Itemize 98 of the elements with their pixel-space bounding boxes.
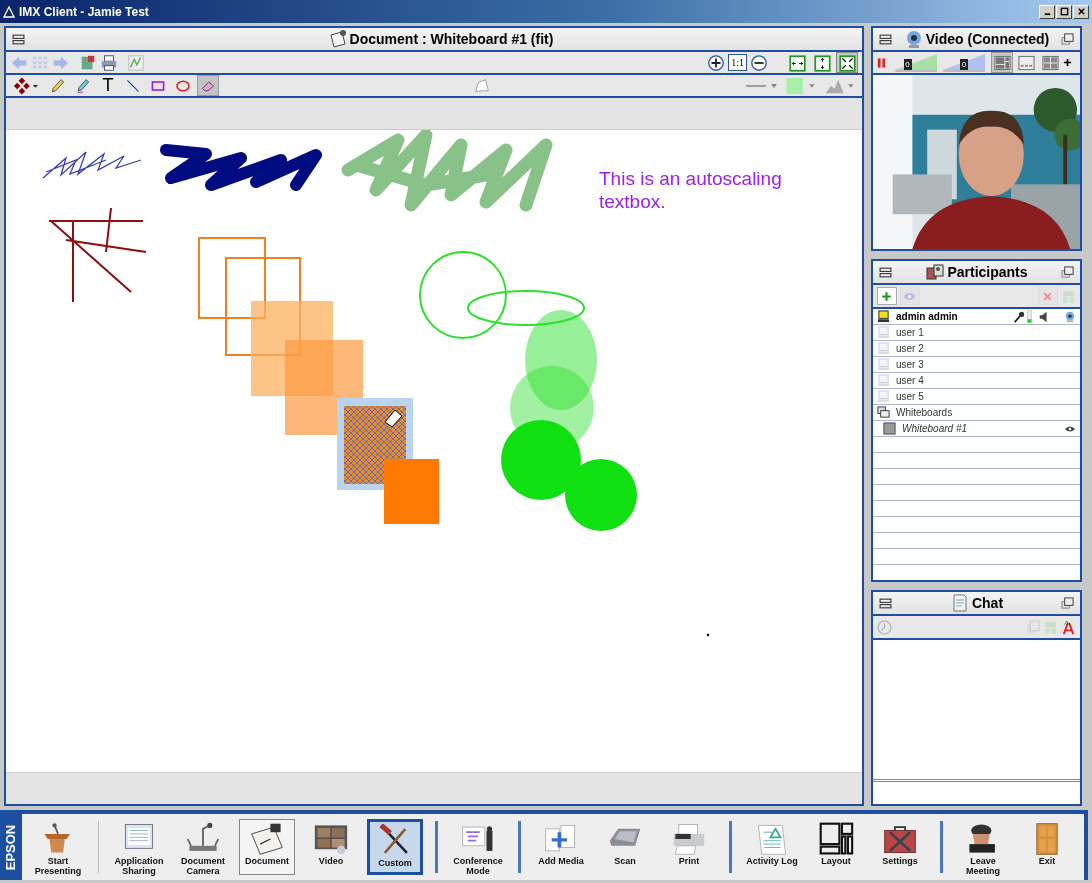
panel-title: Document : Whiteboard #1 (fit) xyxy=(349,31,554,47)
fit-width-icon xyxy=(789,55,806,72)
undock-icon[interactable] xyxy=(1061,596,1074,610)
eraser-tool[interactable] xyxy=(197,75,219,96)
door-button[interactable]: Exit xyxy=(1019,819,1075,875)
whiteboard-name: Whiteboard #1 xyxy=(902,423,968,434)
dot xyxy=(706,633,710,637)
participant-name: user 2 xyxy=(896,343,924,354)
conference-button[interactable]: Conference Mode xyxy=(450,819,506,875)
slider-thumb[interactable]: 0 xyxy=(960,58,968,70)
actual-size-button[interactable]: 1:1 xyxy=(728,54,747,71)
panel-title: Participants xyxy=(947,264,1028,280)
slider-thumb[interactable]: 0 xyxy=(903,58,912,70)
participant-row[interactable]: user 1 xyxy=(873,325,1080,341)
participant-name: admin admin xyxy=(896,311,958,322)
participant-row[interactable]: user 3 xyxy=(873,357,1080,373)
window-title: IMX Client - Jamie Test xyxy=(19,4,149,19)
tools-button[interactable]: Custom xyxy=(367,819,423,875)
fit-height-button[interactable] xyxy=(811,52,833,73)
fit-page-button[interactable] xyxy=(836,52,858,73)
strip-layout-icon xyxy=(1018,55,1035,71)
ellipse-icon xyxy=(175,77,191,94)
eraser-cursor-icon xyxy=(384,409,403,428)
sharing-button[interactable]: Application Sharing xyxy=(111,819,167,875)
participant-row[interactable]: admin admin xyxy=(873,309,1080,325)
windows-icon xyxy=(877,406,890,419)
save-icon[interactable] xyxy=(79,53,97,72)
fit-height-icon xyxy=(814,55,831,72)
media-button[interactable]: Add Media xyxy=(533,819,589,875)
menu-icon[interactable] xyxy=(879,265,892,279)
printer-button[interactable]: Print xyxy=(661,819,717,875)
participant-name: user 3 xyxy=(896,359,924,370)
close-button[interactable] xyxy=(1073,4,1089,19)
participant-row[interactable]: user 5 xyxy=(873,389,1080,405)
fit-width-button[interactable] xyxy=(786,52,808,73)
minimize-button[interactable] xyxy=(1039,4,1055,19)
maximize-icon xyxy=(1059,7,1069,16)
canvas-textbox[interactable]: This is an autoscaling textbox. xyxy=(599,168,814,214)
whiteboard-canvas[interactable]: This is an autoscaling textbox. xyxy=(6,130,862,772)
highlighter-icon xyxy=(75,77,91,94)
pencil-icon xyxy=(50,77,66,94)
grid-layout-button[interactable] xyxy=(991,52,1013,73)
panel-title: Video (Connected) xyxy=(925,31,1050,47)
zoom-in-icon[interactable] xyxy=(707,53,726,72)
pause-icon[interactable] xyxy=(876,55,887,70)
chart-icon[interactable] xyxy=(127,53,145,72)
undock-icon[interactable] xyxy=(1061,32,1074,46)
eye-icon xyxy=(903,290,916,303)
cross-icon xyxy=(1041,290,1054,303)
whiteboard-row[interactable]: Whiteboard #1 xyxy=(873,421,1080,437)
webcam-icon[interactable] xyxy=(1064,310,1076,323)
notepad-icon xyxy=(327,29,348,49)
panel-title: Chat xyxy=(971,595,1004,611)
undock-icon[interactable] xyxy=(1061,265,1074,279)
people-icon xyxy=(925,262,946,282)
document-button[interactable]: Document xyxy=(239,819,295,875)
menu-icon[interactable] xyxy=(879,596,892,610)
camera-button[interactable]: Document Camera xyxy=(175,819,231,875)
text-tool[interactable]: T xyxy=(97,75,119,96)
spelling-icon[interactable] xyxy=(1061,619,1076,635)
whiteboard-icon xyxy=(883,422,896,435)
close-icon xyxy=(1076,7,1086,16)
settings-button[interactable]: Settings xyxy=(872,819,928,875)
plus-icon xyxy=(880,290,893,303)
podium-button[interactable]: Start Presenting xyxy=(30,819,86,875)
line-icon xyxy=(125,77,141,94)
participant-name: user 1 xyxy=(896,327,924,338)
fit-page-icon xyxy=(839,55,856,72)
group-row[interactable]: Whiteboards xyxy=(873,405,1080,421)
speaker-volume-slider[interactable]: 0 xyxy=(943,53,985,72)
grid-layout-icon xyxy=(994,55,1011,71)
mic-volume-slider[interactable]: 0 xyxy=(895,53,937,72)
menu-icon[interactable] xyxy=(879,32,892,46)
menu-icon[interactable] xyxy=(12,32,25,46)
chat-input[interactable] xyxy=(873,779,1080,804)
group-name: Whiteboards xyxy=(896,407,953,418)
filled-square xyxy=(384,459,439,524)
zoom-out-icon[interactable] xyxy=(750,53,768,72)
participant-row[interactable]: user 4 xyxy=(873,373,1080,389)
fill-pattern-icon xyxy=(13,75,41,96)
printer-icon[interactable] xyxy=(100,53,118,72)
scanner-button[interactable]: Scan xyxy=(597,819,653,875)
participant-name: user 4 xyxy=(896,375,924,386)
log-button[interactable]: Activity Log xyxy=(744,819,800,875)
participant-row[interactable]: user 2 xyxy=(873,341,1080,357)
leave-button[interactable]: Leave Meeting xyxy=(955,819,1011,875)
maximize-button[interactable] xyxy=(1056,4,1072,19)
add-participant-button[interactable] xyxy=(877,287,897,305)
video-button[interactable]: Video xyxy=(303,819,359,875)
participant-name: user 5 xyxy=(896,391,924,402)
microphone-icon[interactable] xyxy=(1013,310,1025,323)
quad-layout-icon xyxy=(1042,55,1059,71)
filled-circle xyxy=(565,459,637,531)
app-logo-icon xyxy=(3,5,15,18)
speaker-icon[interactable] xyxy=(1038,310,1050,323)
layout-button[interactable]: Layout xyxy=(808,819,864,875)
add-icon[interactable] xyxy=(1063,58,1072,67)
brand-logo: EPSON xyxy=(3,824,19,870)
